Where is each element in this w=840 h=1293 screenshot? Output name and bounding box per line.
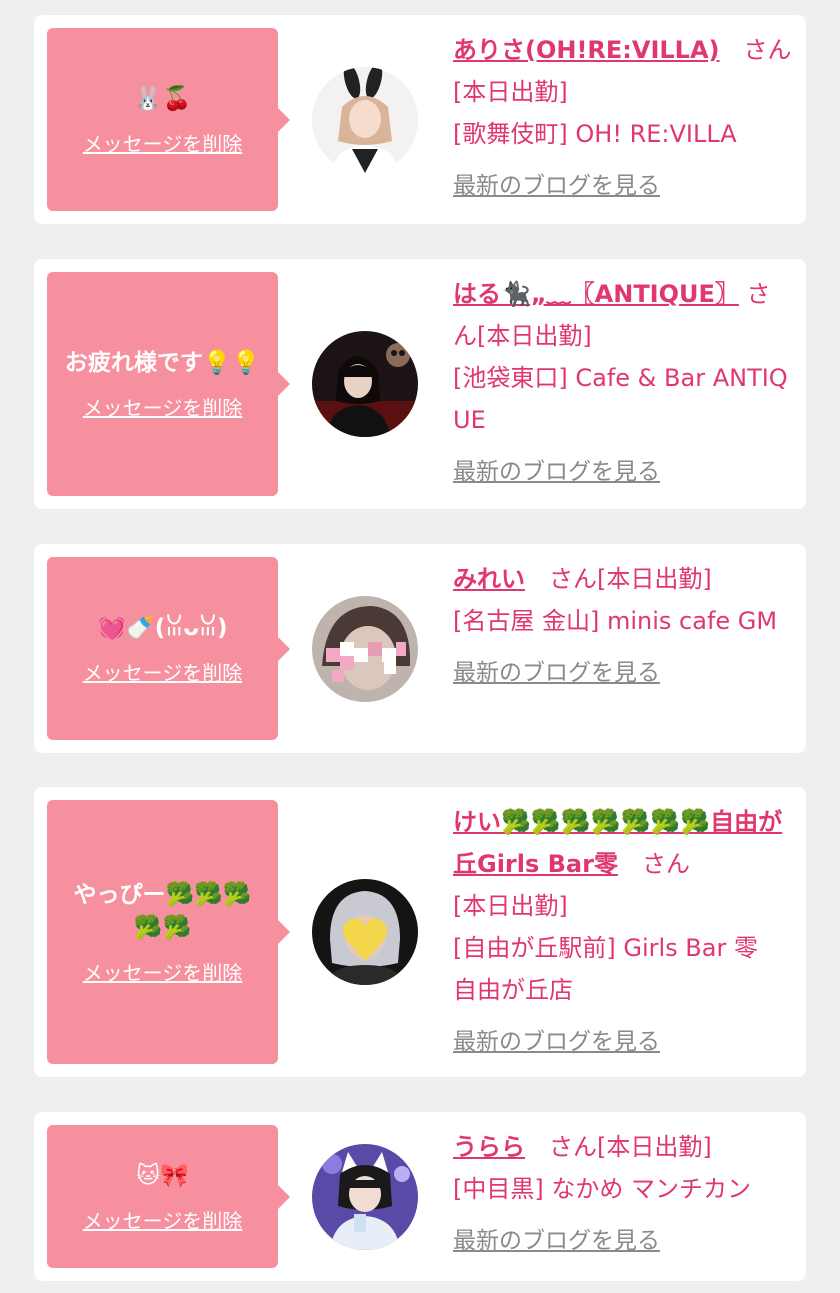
cast-info: みれい さん[本日出勤] [名古屋 金山] minis cafe GM 最新のブ… — [453, 558, 792, 694]
delete-message-link[interactable]: メッセージを削除 — [83, 957, 243, 986]
latest-blog-link[interactable]: 最新のブログを見る — [453, 1021, 792, 1063]
cast-name-line: うらら さん[本日出勤] — [453, 1126, 792, 1168]
avatar-ribbon-girl[interactable] — [312, 596, 418, 702]
message-bubble: やっぴー🥦🥦🥦🥦🥦 メッセージを削除 — [47, 800, 290, 1064]
message-text: 🐰🍒 — [133, 85, 192, 112]
message-card: 🐰🍒 メッセージを削除 ありさ(OH!RE:VILLA) さん [本日出勤] [歌… — [34, 15, 806, 224]
shop-name: minis cafe GM — [607, 607, 778, 635]
work-status: [本日出勤] — [453, 892, 568, 920]
latest-blog-link[interactable]: 最新のブログを見る — [453, 165, 792, 207]
honorific-label: さん — [617, 850, 690, 878]
area-label: [中目黒] — [453, 1175, 544, 1203]
honorific-label: さん — [719, 36, 792, 64]
cast-name-link[interactable]: みれい — [453, 565, 525, 593]
latest-blog-link[interactable]: 最新のブログを見る — [453, 652, 792, 694]
area-label: [歌舞伎町] — [453, 120, 568, 148]
avatar-bunny-girl[interactable] — [312, 67, 418, 173]
cast-info: うらら さん[本日出勤] [中目黒] なかめ マンチカン 最新のブログを見る — [453, 1126, 792, 1262]
shop-name: OH! RE:VILLA — [575, 120, 737, 148]
area-label: [自由が丘駅前] — [453, 934, 616, 962]
work-status: [本日出勤] — [597, 1133, 712, 1161]
message-bubble: お疲れ様です💡💡 メッセージを削除 — [47, 272, 290, 496]
message-bubble: 🐱🎀 メッセージを削除 — [47, 1125, 290, 1268]
message-card: 🐱🎀 メッセージを削除 うらら さん[本日出勤] [中目黒] なかめ マンチカン… — [34, 1112, 806, 1281]
cast-info: けい🥦🥦🥦🥦🥦🥦🥦自由が丘Girls Bar零 さん [本日出勤] [自由が丘駅… — [453, 801, 792, 1063]
cast-name-line: けい🥦🥦🥦🥦🥦🥦🥦自由が丘Girls Bar零 さん — [453, 801, 792, 885]
cast-info: はる🐈‍⬛„﹏〖ANTIQUE〗 さん[本日出勤] [池袋東口] Cafe & … — [453, 273, 792, 493]
cast-name-link[interactable]: ありさ(OH!RE:VILLA) — [453, 36, 720, 64]
avatar-heart-face-girl[interactable] — [312, 879, 418, 985]
area-label: [名古屋 金山] — [453, 607, 600, 635]
work-status: [本日出勤] — [477, 322, 592, 350]
message-list: 🐰🍒 メッセージを削除 ありさ(OH!RE:VILLA) さん[本日出勤] [歌… — [0, 0, 840, 1293]
honorific-label: さん — [525, 565, 597, 593]
cast-name-line: みれい さん[本日出勤] — [453, 558, 792, 600]
message-card: やっぴー🥦🥦🥦🥦🥦 メッセージを削除 けい🥦🥦🥦🥦🥦🥦🥦自由が丘Girls Ba… — [34, 787, 806, 1077]
latest-blog-link[interactable]: 最新のブログを見る — [453, 451, 792, 493]
message-text: お疲れ様です💡💡 — [64, 350, 261, 376]
cast-name-link[interactable]: うらら — [453, 1133, 525, 1161]
shop-line: [中目黒] なかめ マンチカン — [453, 1168, 792, 1210]
delete-message-link[interactable]: メッセージを削除 — [83, 657, 243, 686]
avatar-cat-ear-girl[interactable] — [312, 1144, 418, 1250]
cast-name-line: ありさ(OH!RE:VILLA) さん [本日出勤] — [453, 29, 792, 113]
shop-line: [歌舞伎町] OH! RE:VILLA — [453, 113, 792, 155]
cast-info: ありさ(OH!RE:VILLA) さん [本日出勤] [歌舞伎町] OH! RE:… — [453, 29, 792, 207]
shop-line: [池袋東口] Cafe & Bar ANTIQUE — [453, 357, 792, 441]
shop-line: [自由が丘駅前] Girls Bar 零 自由が丘店 — [453, 927, 792, 1011]
shop-line: [名古屋 金山] minis cafe GM — [453, 600, 792, 642]
work-status: [本日出勤] — [597, 565, 712, 593]
avatar-dark-girl[interactable] — [312, 331, 418, 437]
honorific-label: さん — [525, 1133, 597, 1161]
message-card: お疲れ様です💡💡 メッセージを削除 はる🐈‍⬛„﹏〖ANTIQUE〗 さん[本日… — [34, 259, 806, 509]
message-text: 💓🍼(ꈍᴗꈍ) — [97, 614, 228, 641]
cast-name-link[interactable]: はる🐈‍⬛„﹏〖ANTIQUE〗 — [453, 280, 739, 308]
latest-blog-link[interactable]: 最新のブログを見る — [453, 1220, 792, 1262]
message-bubble: 🐰🍒 メッセージを削除 — [47, 28, 290, 211]
cast-name-line: はる🐈‍⬛„﹏〖ANTIQUE〗 さん[本日出勤] — [453, 273, 792, 357]
delete-message-link[interactable]: メッセージを削除 — [83, 392, 243, 421]
message-bubble: 💓🍼(ꈍᴗꈍ) メッセージを削除 — [47, 557, 290, 740]
work-status: [本日出勤] — [453, 78, 568, 106]
area-label: [池袋東口] — [453, 364, 568, 392]
message-card: 💓🍼(ꈍᴗꈍ) メッセージを削除 みれい さん[本日出勤] [名古屋 金山] m… — [34, 544, 806, 753]
shop-name: なかめ マンチカン — [551, 1175, 752, 1203]
delete-message-link[interactable]: メッセージを削除 — [83, 1205, 243, 1234]
message-text: やっぴー🥦🥦🥦🥦🥦 — [73, 881, 252, 941]
delete-message-link[interactable]: メッセージを削除 — [83, 128, 243, 157]
message-text: 🐱🎀 — [136, 1162, 189, 1189]
